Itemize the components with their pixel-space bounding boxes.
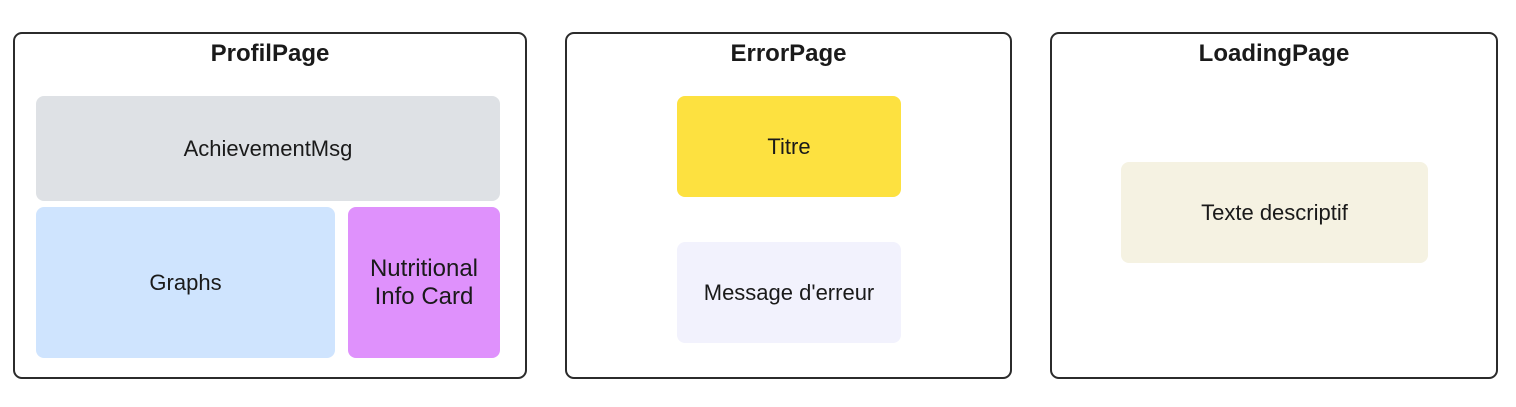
nutritional-info-card-line1: Nutritional [369, 254, 479, 282]
nutritional-info-card-label: Nutritional Info Card [370, 255, 478, 311]
titre-block: Titre [677, 96, 901, 197]
nutritional-info-card-block: Nutritional Info Card [348, 207, 500, 358]
profil-page-frame: ProfilPage AchievementMsg Graphs Nutriti… [13, 32, 527, 379]
message-erreur-label: Message d'erreur [703, 279, 875, 305]
graphs-block: Graphs [36, 207, 335, 358]
titre-label: Titre [767, 133, 811, 159]
achievement-msg-label: AchievementMsg [183, 135, 353, 161]
graphs-label: Graphs [149, 269, 222, 295]
nutritional-info-card-line2: Info Card [374, 282, 474, 310]
profil-page-title: ProfilPage [210, 40, 330, 67]
loading-page-frame: LoadingPage Texte descriptif [1050, 32, 1498, 379]
message-erreur-block: Message d'erreur [677, 242, 901, 343]
error-page-frame: ErrorPage Titre Message d'erreur [565, 32, 1012, 379]
error-page-title: ErrorPage [730, 40, 847, 67]
texte-descriptif-label: Texte descriptif [1201, 199, 1348, 225]
loading-page-title: LoadingPage [1198, 40, 1350, 67]
texte-descriptif-block: Texte descriptif [1121, 162, 1428, 263]
achievement-msg-block: AchievementMsg [36, 96, 500, 201]
